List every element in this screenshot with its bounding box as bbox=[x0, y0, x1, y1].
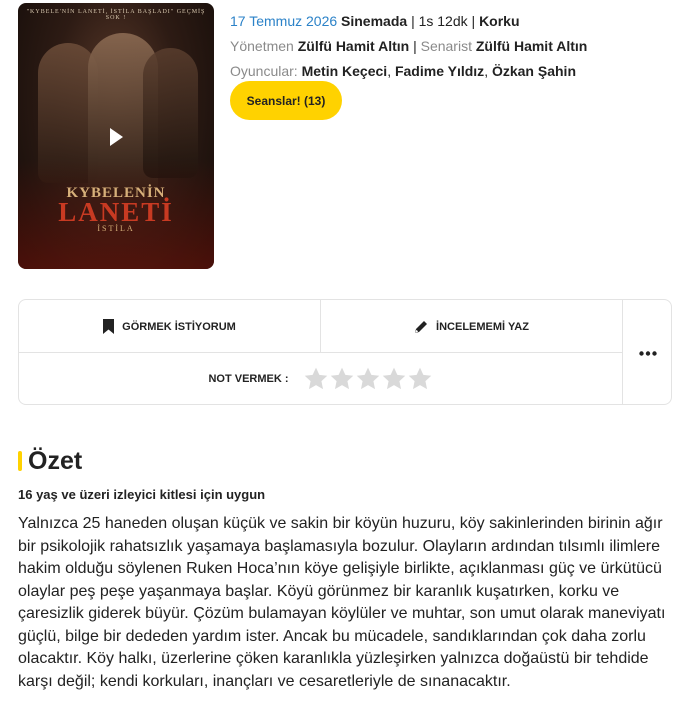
star-rating[interactable] bbox=[303, 366, 433, 392]
star-icon[interactable] bbox=[355, 366, 381, 392]
heading-accent-bar bbox=[18, 451, 22, 471]
play-icon[interactable] bbox=[110, 128, 123, 146]
rating-row: NOT VERMEK : bbox=[19, 353, 622, 404]
summary-title: Özet bbox=[28, 446, 83, 475]
star-icon[interactable] bbox=[381, 366, 407, 392]
pencil-icon bbox=[414, 320, 428, 334]
release-status: Sinemada bbox=[341, 13, 408, 29]
writer-label: Senarist bbox=[420, 38, 472, 54]
want-to-watch-button[interactable]: GÖRMEK İSTİYORUM bbox=[19, 300, 320, 353]
star-icon[interactable] bbox=[407, 366, 433, 392]
star-icon[interactable] bbox=[329, 366, 355, 392]
star-icon[interactable] bbox=[303, 366, 329, 392]
summary-text: Yalnızca 25 haneden oluşan küçük ve saki… bbox=[18, 515, 666, 690]
more-options-button[interactable] bbox=[622, 300, 672, 404]
writer-link[interactable]: Zülfü Hamit Altın bbox=[476, 38, 587, 54]
poster-title-line3: İSTİLA bbox=[97, 224, 135, 233]
movie-poster[interactable]: "KYBELE'NİN LANETİ, İSTİLA BAŞLADI" GEÇM… bbox=[18, 3, 214, 269]
release-date[interactable]: 17 Temmuz 2026 bbox=[230, 13, 337, 29]
duration: 1s 12dk bbox=[418, 13, 468, 29]
age-rating-notice: 16 yaş ve üzeri izleyici kitlesi için uy… bbox=[18, 487, 266, 502]
cast-link[interactable]: Metin Keçeci bbox=[302, 63, 388, 79]
cast-link[interactable]: Fadime Yıldız bbox=[395, 63, 484, 79]
action-panel: GÖRMEK İSTİYORUM İNCELEMEMİ YAZ NOT VERM… bbox=[18, 299, 672, 405]
write-review-label: İNCELEMEMİ YAZ bbox=[436, 320, 529, 333]
director-label: Yönetmen bbox=[230, 38, 294, 54]
more-dots-icon bbox=[638, 343, 657, 361]
write-review-button[interactable]: İNCELEMEMİ YAZ bbox=[320, 300, 622, 353]
genre-link[interactable]: Korku bbox=[479, 13, 519, 29]
release-row: 17 Temmuz 2026 Sinemada | 1s 12dk | Kork… bbox=[230, 13, 520, 29]
movie-info: 17 Temmuz 2026 Sinemada | 1s 12dk | Kork… bbox=[230, 9, 587, 84]
rating-label: NOT VERMEK : bbox=[208, 372, 289, 385]
bookmark-icon bbox=[103, 319, 115, 334]
director-link[interactable]: Zülfü Hamit Altın bbox=[298, 38, 409, 54]
crew-row: Yönetmen Zülfü Hamit Altın | Senarist Zü… bbox=[230, 38, 588, 54]
want-to-watch-label: GÖRMEK İSTİYORUM bbox=[122, 320, 236, 333]
cast-link[interactable]: Özkan Şahin bbox=[492, 63, 576, 79]
showtimes-button[interactable]: Seanslar! (13) bbox=[230, 81, 342, 120]
poster-tagline: "KYBELE'NİN LANETİ, İSTİLA BAŞLADI" GEÇM… bbox=[26, 9, 206, 21]
summary-heading: Özet bbox=[18, 446, 82, 476]
cast-label: Oyuncular: bbox=[230, 63, 298, 79]
